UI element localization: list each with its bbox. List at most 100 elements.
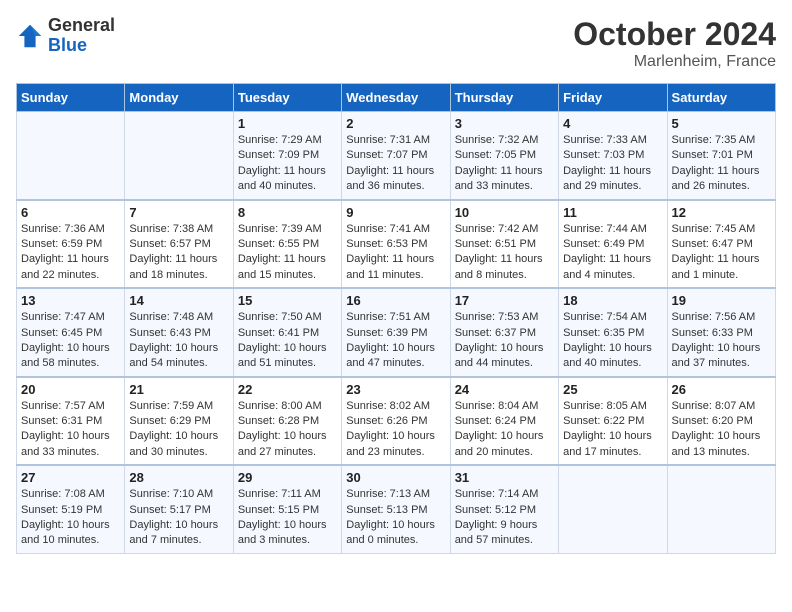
calendar-cell: 15 Sunrise: 7:50 AM Sunset: 6:41 PM Dayli…: [233, 288, 341, 377]
calendar-cell: 19Sunrise: 7:56 AM Sunset: 6:33 PM Dayli…: [667, 288, 775, 377]
day-number: 18: [563, 293, 662, 308]
calendar-cell: 10 Sunrise: 7:42 AM Sunset: 6:51 PM Dayli…: [450, 200, 558, 289]
day-number: 25: [563, 382, 662, 397]
day-number: 2: [346, 116, 445, 131]
calendar-cell: 13 Sunrise: 7:47 AM Sunset: 6:45 PM Dayli…: [17, 288, 125, 377]
calendar-week-row: 20 Sunrise: 7:57 AM Sunset: 6:31 PM Dayli…: [17, 377, 776, 466]
day-info: Sunrise: 7:38 AM Sunset: 6:57 PM Dayligh…: [129, 222, 228, 284]
day-info: Sunrise: 7:10 AM Sunset: 5:17 PM Dayligh…: [129, 487, 228, 549]
day-info: Sunrise: 7:32 AM Sunset: 7:05 PM Dayligh…: [455, 133, 554, 195]
day-number: 24: [455, 382, 554, 397]
day-number: 21: [129, 382, 228, 397]
day-number: 13: [21, 293, 120, 308]
calendar-cell: 27 Sunrise: 7:08 AM Sunset: 5:19 PM Dayli…: [17, 465, 125, 553]
day-number: 4: [563, 116, 662, 131]
weekday-header: Friday: [559, 84, 667, 112]
day-number: 17: [455, 293, 554, 308]
calendar-cell: 4 Sunrise: 7:33 AM Sunset: 7:03 PM Daylig…: [559, 112, 667, 200]
day-info: Sunrise: 7:29 AM Sunset: 7:09 PM Dayligh…: [238, 133, 337, 195]
day-number: 20: [21, 382, 120, 397]
day-info: Sunrise: 7:35 AM Sunset: 7:01 PM Dayligh…: [672, 133, 771, 195]
calendar-cell: 30Sunrise: 7:13 AM Sunset: 5:13 PM Dayli…: [342, 465, 450, 553]
day-info: Sunrise: 8:04 AM Sunset: 6:24 PM Dayligh…: [455, 399, 554, 461]
logo-blue-text: Blue: [48, 35, 87, 55]
calendar-table: SundayMondayTuesdayWednesdayThursdayFrid…: [16, 83, 776, 554]
day-info: Sunrise: 7:14 AM Sunset: 5:12 PM Dayligh…: [455, 487, 554, 549]
calendar-cell: [667, 465, 775, 553]
calendar-cell: 2 Sunrise: 7:31 AM Sunset: 7:07 PM Daylig…: [342, 112, 450, 200]
calendar-cell: 29 Sunrise: 7:11 AM Sunset: 5:15 PM Dayli…: [233, 465, 341, 553]
calendar-cell: 23 Sunrise: 8:02 AM Sunset: 6:26 PM Dayli…: [342, 377, 450, 466]
calendar-cell: 21 Sunrise: 7:59 AM Sunset: 6:29 PM Dayli…: [125, 377, 233, 466]
calendar-cell: 16 Sunrise: 7:51 AM Sunset: 6:39 PM Dayli…: [342, 288, 450, 377]
day-info: Sunrise: 7:48 AM Sunset: 6:43 PM Dayligh…: [129, 310, 228, 372]
day-info: Sunrise: 7:39 AM Sunset: 6:55 PM Dayligh…: [238, 222, 337, 284]
calendar-week-row: 6 Sunrise: 7:36 AM Sunset: 6:59 PM Daylig…: [17, 200, 776, 289]
weekday-header-row: SundayMondayTuesdayWednesdayThursdayFrid…: [17, 84, 776, 112]
calendar-cell: 7 Sunrise: 7:38 AM Sunset: 6:57 PM Daylig…: [125, 200, 233, 289]
day-number: 1: [238, 116, 337, 131]
day-number: 31: [455, 470, 554, 485]
day-info: Sunrise: 7:45 AM Sunset: 6:47 PM Dayligh…: [672, 222, 771, 284]
day-info: Sunrise: 7:36 AM Sunset: 6:59 PM Dayligh…: [21, 222, 120, 284]
day-info: Sunrise: 7:57 AM Sunset: 6:31 PM Dayligh…: [21, 399, 120, 461]
page-header: General Blue October 2024 Marlenheim, Fr…: [16, 16, 776, 71]
weekday-header: Wednesday: [342, 84, 450, 112]
day-info: Sunrise: 8:00 AM Sunset: 6:28 PM Dayligh…: [238, 399, 337, 461]
calendar-cell: 24 Sunrise: 8:04 AM Sunset: 6:24 PM Dayli…: [450, 377, 558, 466]
day-info: Sunrise: 7:54 AM Sunset: 6:35 PM Dayligh…: [563, 310, 662, 372]
calendar-cell: 3Sunrise: 7:32 AM Sunset: 7:05 PM Daylig…: [450, 112, 558, 200]
weekday-header: Monday: [125, 84, 233, 112]
calendar-cell: 25 Sunrise: 8:05 AM Sunset: 6:22 PM Dayli…: [559, 377, 667, 466]
day-info: Sunrise: 8:05 AM Sunset: 6:22 PM Dayligh…: [563, 399, 662, 461]
day-number: 5: [672, 116, 771, 131]
calendar-week-row: 1 Sunrise: 7:29 AM Sunset: 7:09 PM Daylig…: [17, 112, 776, 200]
day-info: Sunrise: 7:41 AM Sunset: 6:53 PM Dayligh…: [346, 222, 445, 284]
weekday-header: Thursday: [450, 84, 558, 112]
day-info: Sunrise: 7:50 AM Sunset: 6:41 PM Dayligh…: [238, 310, 337, 372]
weekday-header: Saturday: [667, 84, 775, 112]
day-number: 11: [563, 205, 662, 220]
calendar-cell: 26 Sunrise: 8:07 AM Sunset: 6:20 PM Dayli…: [667, 377, 775, 466]
weekday-header: Tuesday: [233, 84, 341, 112]
day-number: 12: [672, 205, 771, 220]
day-number: 14: [129, 293, 228, 308]
calendar-cell: 17Sunrise: 7:53 AM Sunset: 6:37 PM Dayli…: [450, 288, 558, 377]
calendar-cell: 20 Sunrise: 7:57 AM Sunset: 6:31 PM Dayli…: [17, 377, 125, 466]
day-number: 16: [346, 293, 445, 308]
day-number: 29: [238, 470, 337, 485]
day-info: Sunrise: 7:08 AM Sunset: 5:19 PM Dayligh…: [21, 487, 120, 549]
day-info: Sunrise: 7:59 AM Sunset: 6:29 PM Dayligh…: [129, 399, 228, 461]
day-number: 27: [21, 470, 120, 485]
calendar-week-row: 27 Sunrise: 7:08 AM Sunset: 5:19 PM Dayli…: [17, 465, 776, 553]
weekday-header: Sunday: [17, 84, 125, 112]
day-info: Sunrise: 8:07 AM Sunset: 6:20 PM Dayligh…: [672, 399, 771, 461]
day-info: Sunrise: 7:31 AM Sunset: 7:07 PM Dayligh…: [346, 133, 445, 195]
day-number: 19: [672, 293, 771, 308]
title-block: October 2024 Marlenheim, France: [573, 16, 776, 71]
calendar-week-row: 13 Sunrise: 7:47 AM Sunset: 6:45 PM Dayli…: [17, 288, 776, 377]
day-info: Sunrise: 7:42 AM Sunset: 6:51 PM Dayligh…: [455, 222, 554, 284]
calendar-cell: 28Sunrise: 7:10 AM Sunset: 5:17 PM Dayli…: [125, 465, 233, 553]
calendar-cell: [125, 112, 233, 200]
day-number: 26: [672, 382, 771, 397]
day-number: 22: [238, 382, 337, 397]
calendar-cell: [559, 465, 667, 553]
calendar-cell: 8Sunrise: 7:39 AM Sunset: 6:55 PM Daylig…: [233, 200, 341, 289]
day-number: 7: [129, 205, 228, 220]
calendar-cell: 9Sunrise: 7:41 AM Sunset: 6:53 PM Daylig…: [342, 200, 450, 289]
calendar-cell: 22 Sunrise: 8:00 AM Sunset: 6:28 PM Dayli…: [233, 377, 341, 466]
day-number: 10: [455, 205, 554, 220]
day-info: Sunrise: 7:33 AM Sunset: 7:03 PM Dayligh…: [563, 133, 662, 195]
logo: General Blue: [16, 16, 115, 56]
day-info: Sunrise: 7:11 AM Sunset: 5:15 PM Dayligh…: [238, 487, 337, 549]
day-number: 15: [238, 293, 337, 308]
calendar-cell: 14 Sunrise: 7:48 AM Sunset: 6:43 PM Dayli…: [125, 288, 233, 377]
day-info: Sunrise: 7:51 AM Sunset: 6:39 PM Dayligh…: [346, 310, 445, 372]
day-info: Sunrise: 7:47 AM Sunset: 6:45 PM Dayligh…: [21, 310, 120, 372]
day-info: Sunrise: 7:44 AM Sunset: 6:49 PM Dayligh…: [563, 222, 662, 284]
calendar-cell: 11 Sunrise: 7:44 AM Sunset: 6:49 PM Dayli…: [559, 200, 667, 289]
day-number: 6: [21, 205, 120, 220]
day-number: 23: [346, 382, 445, 397]
day-info: Sunrise: 8:02 AM Sunset: 6:26 PM Dayligh…: [346, 399, 445, 461]
